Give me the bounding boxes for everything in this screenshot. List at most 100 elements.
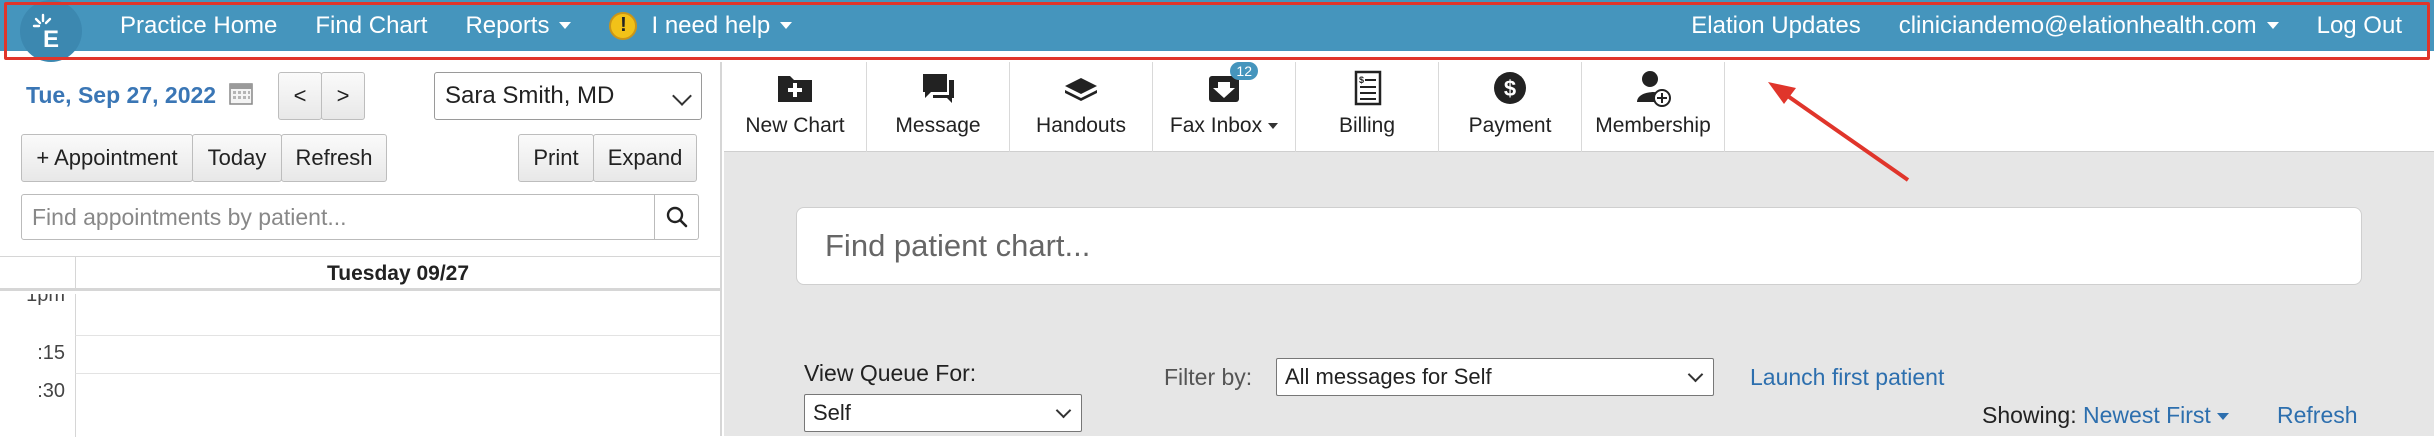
message-icon [923, 74, 954, 103]
chevron-down-icon [1687, 366, 1704, 383]
showing-sort-row: Showing: Newest First [1982, 402, 2229, 429]
message-button[interactable]: Message [867, 62, 1010, 152]
time-gutter-header [0, 257, 75, 291]
appointment-search-placeholder: Find appointments by patient... [32, 203, 347, 230]
membership-label: Membership [1595, 114, 1711, 137]
view-queue-value: Self [813, 400, 851, 425]
view-queue-select[interactable]: Self [804, 394, 1082, 432]
today-button[interactable]: Today [192, 134, 282, 182]
fax-inbox-icon-wrapper: 12 [1204, 62, 1258, 108]
previous-day-button[interactable]: < [278, 72, 322, 120]
patient-chart-search-placeholder: Find patient chart... [825, 228, 1091, 263]
nav-user-account-dropdown[interactable]: cliniciandemo@elationhealth.com [1899, 12, 2279, 40]
next-day-label: > [336, 83, 350, 108]
queue-refresh-link[interactable]: Refresh [2277, 402, 2358, 429]
day-column-header: Tuesday 09/27 [75, 257, 720, 291]
book-icon [1065, 78, 1097, 101]
chevron-down-icon [2266, 22, 2279, 29]
add-appointment-label: + Appointment [36, 145, 178, 170]
previous-day-label: < [293, 83, 307, 108]
sort-order-value: Newest First [2083, 402, 2211, 428]
svg-text:$: $ [1504, 76, 1516, 101]
main-content-panel: New Chart Message Handouts 12 Fax Inbox … [724, 62, 2434, 436]
time-slot-label: :15 [37, 342, 65, 364]
print-label: Print [533, 145, 579, 170]
add-appointment-button[interactable]: + Appointment [21, 134, 193, 182]
svg-text:E: E [43, 26, 59, 51]
time-slot-label: :30 [37, 380, 65, 402]
payment-label: Payment [1468, 114, 1552, 137]
chevron-down-icon [2216, 413, 2229, 421]
today-label: Today [207, 145, 267, 170]
nav-practice-home[interactable]: Practice Home [120, 12, 277, 40]
schedule-refresh-label: Refresh [295, 145, 373, 170]
calendar-icon[interactable] [228, 80, 254, 106]
print-button[interactable]: Print [518, 134, 594, 182]
folder-plus-icon [778, 76, 812, 102]
view-queue-label: View Queue For: [804, 360, 977, 386]
nav-reports-dropdown[interactable]: Reports [465, 11, 572, 40]
fax-inbox-label-row: Fax Inbox [1169, 114, 1279, 138]
nav-elation-updates-label: Elation Updates [1691, 11, 1861, 39]
search-icon [666, 206, 687, 228]
nav-log-out[interactable]: Log Out [2317, 12, 2402, 40]
provider-select-value: Sara Smith, MD [445, 82, 615, 109]
dollar-icon: $ [1494, 72, 1526, 104]
handouts-button[interactable]: Handouts [1010, 62, 1153, 152]
nav-user-email-label: cliniciandemo@elationhealth.com [1898, 11, 2257, 39]
warning-icon: ! [609, 11, 638, 40]
nav-help-label: I need help [651, 11, 771, 39]
chevron-down-icon [780, 22, 793, 29]
handouts-label: Handouts [1036, 114, 1126, 137]
schedule-date[interactable]: Tue, Sep 27, 2022 [26, 82, 216, 109]
launch-first-patient-link[interactable]: Launch first patient [1750, 364, 1944, 391]
sort-order-dropdown[interactable]: Newest First [2083, 402, 2229, 428]
expand-button[interactable]: Expand [593, 134, 697, 182]
appointment-search-button[interactable] [655, 194, 699, 240]
new-chart-button[interactable]: New Chart [724, 62, 867, 152]
next-day-button[interactable]: > [321, 72, 365, 120]
chevron-down-icon [1055, 402, 1072, 419]
nav-reports-label: Reports [465, 11, 550, 39]
top-navigation-bar: E Practice Home Find Chart Reports ! I ne… [0, 0, 2434, 62]
filter-by-select[interactable]: All messages for Self [1276, 358, 1714, 396]
billing-button[interactable]: $ Billing [1296, 62, 1439, 152]
time-slot-row: :15 [0, 336, 720, 374]
svg-text:$: $ [1359, 75, 1364, 85]
billing-icon: $ [1354, 70, 1382, 106]
nav-elation-updates[interactable]: Elation Updates [1691, 12, 1860, 40]
chevron-down-icon [672, 86, 692, 106]
nav-practice-home-label: Practice Home [120, 11, 278, 39]
appointment-search-input[interactable]: Find appointments by patient... [21, 194, 655, 240]
time-slot-cell[interactable] [75, 294, 720, 336]
showing-label: Showing: [1982, 402, 2077, 428]
expand-label: Expand [607, 145, 683, 170]
nav-log-out-label: Log Out [2316, 11, 2402, 39]
nav-help-dropdown[interactable]: ! I need help [609, 11, 793, 40]
billing-label: Billing [1338, 114, 1396, 137]
chevron-down-icon [559, 22, 572, 29]
time-slot-label: 1pm [26, 294, 65, 306]
fax-inbox-label: Fax Inbox [1169, 114, 1263, 137]
fax-inbox-badge: 12 [1230, 62, 1258, 80]
action-toolbar: New Chart Message Handouts 12 Fax Inbox … [724, 62, 2434, 152]
time-slot-row: 1pm [0, 294, 720, 336]
provider-select[interactable]: Sara Smith, MD [434, 72, 702, 120]
time-slot-cell[interactable] [75, 336, 720, 374]
payment-button[interactable]: $ Payment [1439, 62, 1582, 152]
chevron-down-icon [1268, 123, 1279, 129]
schedule-panel: Tue, Sep 27, 2022 < > Sara Smith, MD + A… [0, 62, 722, 437]
message-label: Message [895, 114, 981, 137]
membership-icon [1637, 71, 1671, 107]
nav-find-chart[interactable]: Find Chart [315, 12, 427, 40]
nav-find-chart-label: Find Chart [315, 11, 428, 39]
day-schedule-grid: Tuesday 09/27 1pm :15 :30 [0, 256, 720, 437]
time-slot-row: :30 [0, 374, 720, 437]
fax-inbox-dropdown[interactable]: 12 Fax Inbox [1153, 62, 1296, 152]
time-slot-cell[interactable] [75, 374, 720, 437]
new-chart-label: New Chart [745, 114, 845, 137]
schedule-refresh-button[interactable]: Refresh [281, 134, 387, 182]
membership-button[interactable]: Membership [1582, 62, 1725, 152]
elation-logo-icon[interactable]: E [20, 0, 82, 62]
patient-chart-search-input[interactable]: Find patient chart... [796, 207, 2362, 285]
